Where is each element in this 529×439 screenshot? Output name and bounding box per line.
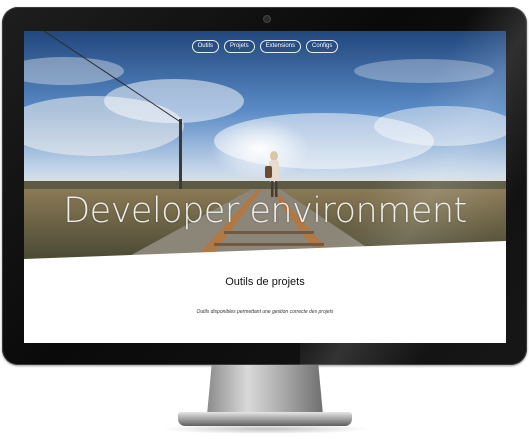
diagonal-divider <box>24 241 506 343</box>
monitor-stand-neck <box>207 365 323 415</box>
section-subtitle: Outils disponibles permettant une gestio… <box>196 309 334 315</box>
section-title: Outils de projets <box>225 276 305 288</box>
monitor-stand-base <box>178 412 352 426</box>
webcam-icon <box>263 15 271 23</box>
monitor-frame: Outils Projets Extensions Configs Develo… <box>2 7 527 365</box>
browser-screen: Outils Projets Extensions Configs Develo… <box>24 31 506 343</box>
